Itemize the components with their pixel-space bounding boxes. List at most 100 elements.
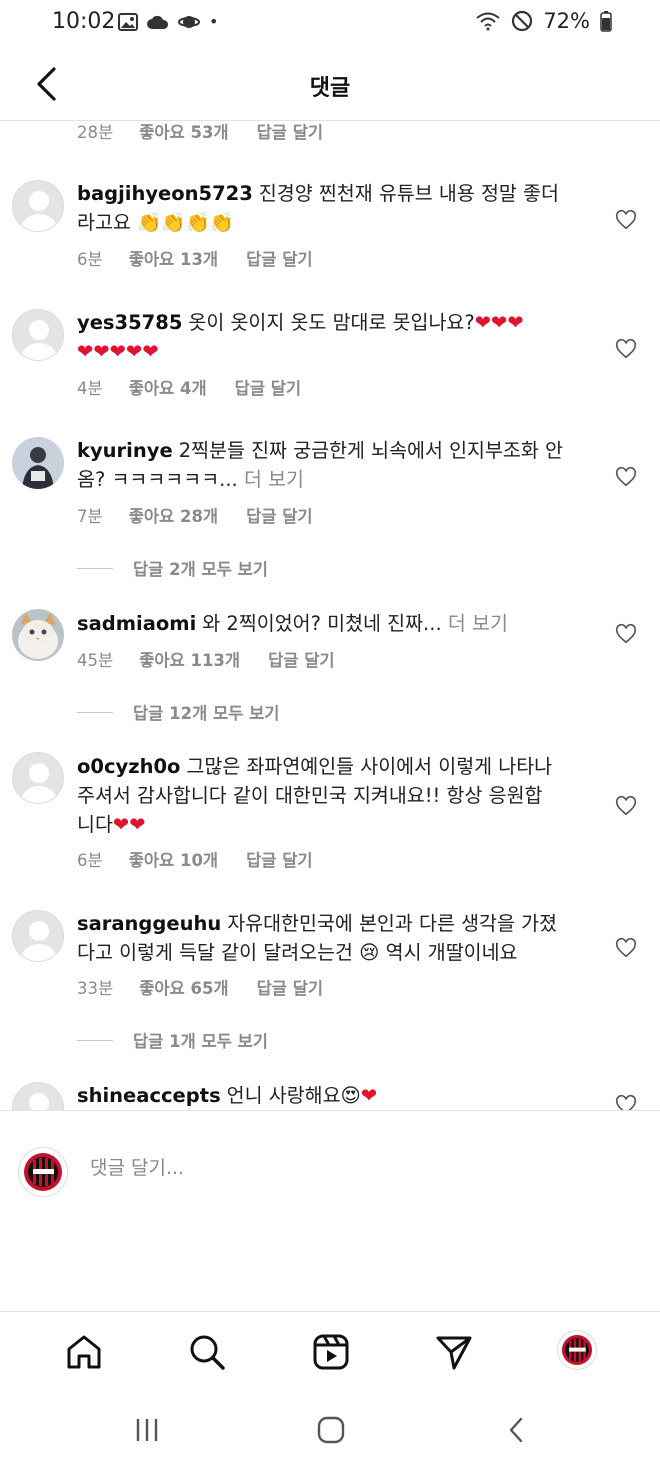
status-time: 10:02 [52,9,116,34]
comment-time: 45분 [77,651,114,670]
replies-divider [77,567,113,569]
see-more-link[interactable]: 더 보기 [244,468,304,491]
comment-username[interactable]: sadmiaomi [77,612,196,635]
reply-button[interactable]: 답글 달기 [246,847,312,871]
search-icon[interactable] [187,1332,227,1372]
likes-count[interactable]: 좋아요 10개 [129,847,218,871]
like-heart-icon[interactable] [615,338,637,360]
avatar[interactable] [12,1082,64,1110]
view-replies-button[interactable]: 답글 1개 모두 보기 [77,1028,268,1052]
partial-comment-meta: 28분 좋아요 53개 답글 달기 [77,121,351,143]
comment-text: yes35785 옷이 옷이지 옷도 맘대로 못입나요?❤❤❤ ❤❤❤❤❤ [77,308,597,366]
avatar[interactable] [12,910,64,962]
likes-count[interactable]: 좋아요 28개 [129,503,218,527]
comment-username[interactable]: saranggeuhu [77,912,221,935]
comment-meta: 33분 좋아요 65개 답글 달기 [77,975,351,999]
comment-username[interactable]: shineaccepts [77,1084,221,1107]
profile-acmilan-icon [558,1331,596,1369]
comment-meta: 45분 좋아요 113개 답글 달기 [77,647,363,671]
status-bar: 10:02 • 72% [0,0,660,50]
comments-list[interactable]: 28분 좋아요 53개 답글 달기 bagjihyeon5723 진경양 찐천재 … [0,121,660,1110]
reply-button[interactable]: 답글 달기 [268,647,334,671]
comment-body-line: 니다❤❤ [77,813,146,836]
comment-body-line: 2찍분들 진짜 궁금한게 뇌속에서 인지부조화 안 [178,439,563,462]
comment-username[interactable]: kyurinye [77,439,173,462]
reply-button[interactable]: 답글 달기 [246,503,312,527]
view-replies-label: 답글 2개 모두 보기 [133,560,268,579]
likes-count[interactable]: 좋아요 65개 [139,975,228,999]
avatar[interactable] [12,609,64,661]
header: 댓글 [0,50,660,121]
comment-text: o0cyzh0o 그많은 좌파연예인들 사이에서 이렇게 나타나 주셔서 감사합니… [77,752,597,839]
see-more-link[interactable]: 더 보기 [448,612,508,635]
avatar[interactable] [12,309,64,361]
reply-button[interactable]: 답글 달기 [235,375,301,399]
like-heart-icon[interactable] [615,209,637,231]
comment-time: 6분 [77,250,103,269]
comment-time: 6분 [77,851,103,870]
reply-button[interactable]: 답글 달기 [257,121,323,143]
comment-body-line: 진경양 찐천재 유튜브 내용 정말 좋더 [258,182,559,205]
comment-username[interactable]: bagjihyeon5723 [77,182,253,205]
comment-body-line: 옷이 옷이지 옷도 맘대로 못입나요?❤❤❤ [188,311,524,334]
like-heart-icon[interactable] [615,466,637,488]
like-heart-icon[interactable] [615,937,637,959]
comment-body-line: 와 2찍이었어? 미쳤네 진짜... [202,612,442,635]
page-title: 댓글 [309,76,351,101]
status-right: 72% [475,9,612,33]
comment-text: saranggeuhu 자유대한민국에 본인과 다른 생각을 가졌 다고 이렇게 … [77,909,597,967]
avatar[interactable] [12,752,64,804]
like-heart-icon[interactable] [615,795,637,817]
likes-count[interactable]: 좋아요 113개 [139,647,240,671]
comment-body-line: 언니 사랑해요😍❤ [226,1084,378,1107]
likes-count[interactable]: 좋아요 13개 [129,246,218,270]
wifi-icon [476,12,500,31]
home-button-icon[interactable] [316,1415,346,1445]
comment-time: 28분 [77,123,114,142]
reply-button[interactable]: 답글 달기 [246,246,312,270]
replies-divider [77,711,113,713]
comment-meta: 6분 좋아요 13개 답글 달기 [77,246,341,270]
view-replies-button[interactable]: 답글 2개 모두 보기 [77,556,268,580]
comment-body-line: 라고요 👏👏👏👏 [77,211,235,234]
system-back-icon[interactable] [502,1415,532,1445]
comment-input[interactable] [90,1157,590,1179]
comment-body-line: 그많은 좌파연예인들 사이에서 이렇게 나타나 [186,755,553,778]
gallery-icon [118,12,138,31]
comment-body-line: 옴? ㅋㅋㅋㅋㅋㅋ... [77,468,238,491]
battery-percent: 72% [543,9,590,33]
comment-text: kyurinye 2찍분들 진짜 궁금한게 뇌속에서 인지부조화 안 옴? ㅋㅋㅋ… [77,436,597,494]
replies-divider [77,1039,113,1041]
comment-body-line: 다고 이렇게 득달 같이 달려오는건 😢 역시 개딸이네요 [77,941,518,964]
likes-count[interactable]: 좋아요 4개 [129,375,207,399]
home-icon[interactable] [64,1332,104,1372]
comment-time: 4분 [77,379,103,398]
comment-composer [0,1110,660,1311]
recent-apps-icon[interactable] [132,1415,162,1445]
direct-message-icon[interactable] [434,1332,474,1372]
my-avatar [18,1147,68,1197]
comment-username[interactable]: yes35785 [77,311,182,334]
comment-text: shineaccepts 언니 사랑해요😍❤ [77,1081,597,1110]
bottom-nav [0,1311,660,1398]
avatar[interactable] [12,437,64,489]
do-not-disturb-icon [512,10,533,32]
comment-username[interactable]: o0cyzh0o [77,755,180,778]
comment-body-line: ❤❤❤❤❤ [77,340,159,363]
reply-button[interactable]: 답글 달기 [257,975,323,999]
avatar[interactable] [12,180,64,232]
comment-meta: 4분 좋아요 4개 답글 달기 [77,375,329,399]
reels-icon[interactable] [311,1332,351,1372]
like-heart-icon[interactable] [615,623,637,645]
comment-time: 7분 [77,507,103,526]
comment-text: sadmiaomi 와 2찍이었어? 미쳤네 진짜... 더 보기 [77,609,597,638]
view-replies-label: 답글 12개 모두 보기 [133,704,280,723]
profile-tab[interactable] [557,1330,597,1370]
notification-dot: • [209,12,219,31]
like-heart-icon[interactable] [615,1094,637,1110]
view-replies-button[interactable]: 답글 12개 모두 보기 [77,700,279,724]
avatar-photo [12,609,64,661]
likes-count[interactable]: 좋아요 53개 [139,121,228,143]
comment-time: 33분 [77,979,114,998]
comment-text: bagjihyeon5723 진경양 찐천재 유튜브 내용 정말 좋더 라고요 👏… [77,179,597,237]
